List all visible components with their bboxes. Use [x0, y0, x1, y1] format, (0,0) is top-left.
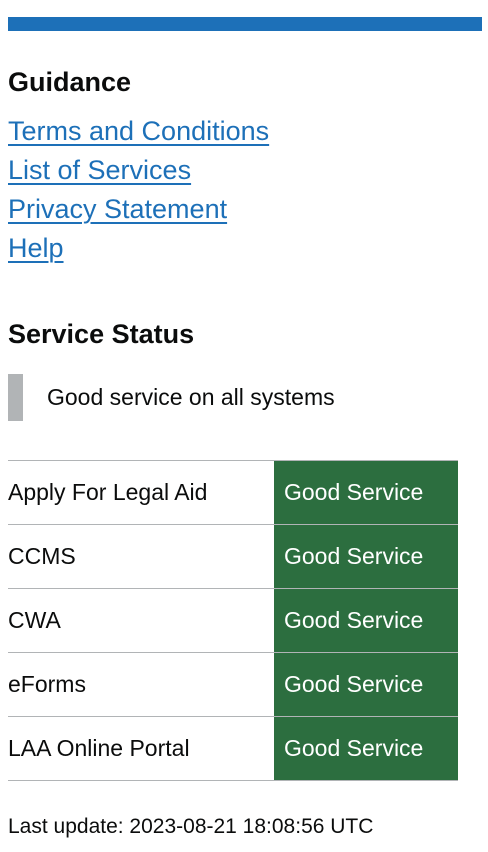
guidance-link-item: Terms and Conditions: [8, 113, 269, 152]
service-status-badge: Good Service: [274, 716, 458, 781]
help-link[interactable]: Help: [8, 233, 64, 263]
service-name: eForms: [8, 652, 274, 717]
privacy-statement-link[interactable]: Privacy Statement: [8, 194, 227, 224]
status-summary-inset: Good service on all systems: [8, 374, 448, 421]
table-row: Apply For Legal Aid Good Service: [8, 460, 458, 525]
top-brand-bar: [8, 17, 482, 31]
guidance-link-item: List of Services: [8, 152, 269, 191]
service-name: Apply For Legal Aid: [8, 460, 274, 525]
terms-and-conditions-link[interactable]: Terms and Conditions: [8, 116, 269, 146]
guidance-link-item: Privacy Statement: [8, 191, 269, 230]
table-row: LAA Online Portal Good Service: [8, 716, 458, 781]
table-row: CWA Good Service: [8, 588, 458, 653]
last-update-timestamp: Last update: 2023-08-21 18:08:56 UTC: [8, 815, 374, 838]
guidance-heading: Guidance: [8, 67, 132, 97]
service-status-heading: Service Status: [8, 319, 195, 349]
service-status-badge: Good Service: [274, 588, 458, 653]
status-summary-text: Good service on all systems: [47, 384, 335, 410]
table-row: eForms Good Service: [8, 652, 458, 717]
service-status-table: Apply For Legal Aid Good Service CCMS Go…: [8, 460, 458, 781]
table-row: CCMS Good Service: [8, 524, 458, 589]
guidance-link-list: Terms and Conditions List of Services Pr…: [8, 113, 269, 269]
service-status-badge: Good Service: [274, 652, 458, 717]
inset-border-bar: [8, 374, 23, 421]
guidance-link-item: Help: [8, 230, 269, 269]
service-name: CWA: [8, 588, 274, 653]
service-status-badge: Good Service: [274, 460, 458, 525]
service-status-badge: Good Service: [274, 524, 458, 589]
service-name: CCMS: [8, 524, 274, 589]
service-name: LAA Online Portal: [8, 716, 274, 781]
list-of-services-link[interactable]: List of Services: [8, 155, 191, 185]
